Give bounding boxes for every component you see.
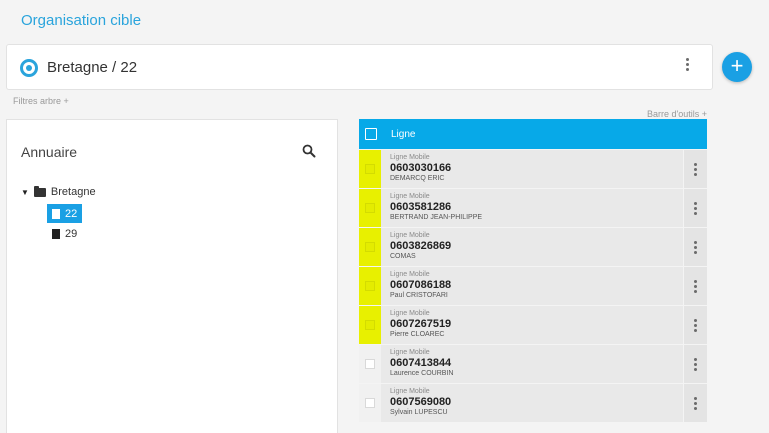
target-icon xyxy=(20,59,38,77)
column-header-line: Ligne xyxy=(391,128,416,140)
line-info: Ligne Mobile 0603581286 BERTRAND JEAN-PHIL… xyxy=(381,189,683,227)
line-owner: DEMARCQ ERIC xyxy=(390,175,445,182)
lines-header: Ligne xyxy=(359,119,707,149)
line-info: Ligne Mobile 0607413844 Laurence COURBIN xyxy=(381,345,683,383)
line-info: Ligne Mobile 0607086188 Paul CRISTOFARI xyxy=(381,267,683,305)
row-checkbox[interactable] xyxy=(365,203,375,213)
table-row[interactable]: Ligne Mobile 0607086188 Paul CRISTOFARI xyxy=(359,267,707,305)
row-select-cell[interactable] xyxy=(359,189,381,227)
directory-tree-panel: Annuaire ▼ Bretagne 22 29 xyxy=(6,119,338,433)
line-type: Ligne Mobile xyxy=(390,193,430,200)
table-row[interactable]: Ligne Mobile 0607413844 Laurence COURBIN xyxy=(359,345,707,383)
file-icon xyxy=(52,228,60,239)
row-menu-button[interactable] xyxy=(683,384,707,422)
line-info: Ligne Mobile 0607569080 Sylvain LUPESCU xyxy=(381,384,683,422)
row-checkbox[interactable] xyxy=(365,164,375,174)
line-owner: COMAS xyxy=(390,253,416,260)
line-type: Ligne Mobile xyxy=(390,349,430,356)
line-owner: BERTRAND JEAN-PHILIPPE xyxy=(390,214,483,221)
table-row[interactable]: Ligne Mobile 0607569080 Sylvain LUPESCU xyxy=(359,384,707,422)
row-select-cell[interactable] xyxy=(359,150,381,188)
row-menu-button[interactable] xyxy=(683,150,707,188)
tree-filters-link[interactable]: Filtres arbre + xyxy=(13,96,69,106)
line-number: 0603826869 xyxy=(390,240,452,252)
tree-node-label: Bretagne xyxy=(50,186,96,198)
row-checkbox[interactable] xyxy=(365,359,375,369)
more-options-icon[interactable] xyxy=(693,201,699,215)
select-all-checkbox[interactable] xyxy=(365,128,377,140)
row-select-cell[interactable] xyxy=(359,306,381,344)
page-title: Organisation cible xyxy=(21,12,142,29)
caret-down-icon[interactable]: ▼ xyxy=(21,188,29,197)
row-checkbox[interactable] xyxy=(365,242,375,252)
more-options-icon[interactable] xyxy=(684,58,690,71)
file-icon xyxy=(52,208,60,219)
line-owner: Paul CRISTOFARI xyxy=(390,292,448,299)
tree-title: Annuaire xyxy=(21,144,78,160)
tree-node-29[interactable]: 29 xyxy=(47,224,82,243)
target-organisation-card: Bretagne / 22 xyxy=(6,44,713,90)
row-menu-button[interactable] xyxy=(683,345,707,383)
row-select-cell[interactable] xyxy=(359,228,381,266)
line-type: Ligne Mobile xyxy=(390,388,430,395)
line-info: Ligne Mobile 0603826869 COMAS xyxy=(381,228,683,266)
table-row[interactable]: Ligne Mobile 0607267519 Pierre CLOAREC xyxy=(359,306,707,344)
line-owner: Laurence COURBIN xyxy=(390,370,454,377)
more-options-icon[interactable] xyxy=(693,396,699,410)
row-menu-button[interactable] xyxy=(683,228,707,266)
row-select-cell[interactable] xyxy=(359,345,381,383)
row-checkbox[interactable] xyxy=(365,398,375,408)
more-options-icon[interactable] xyxy=(693,240,699,254)
line-owner: Sylvain LUPESCU xyxy=(390,409,448,416)
row-select-cell[interactable] xyxy=(359,384,381,422)
table-row[interactable]: Ligne Mobile 0603826869 COMAS xyxy=(359,228,707,266)
table-row[interactable]: Ligne Mobile 0603581286 BERTRAND JEAN-PHIL… xyxy=(359,189,707,227)
line-number: 0603581286 xyxy=(390,201,452,213)
line-owner: Pierre CLOAREC xyxy=(390,331,445,338)
organisation-label: Bretagne / 22 xyxy=(47,59,138,76)
lines-list-panel: Ligne Ligne Mobile 0603030166 DEMARCQ ERIC… xyxy=(359,119,707,424)
table-row[interactable]: Ligne Mobile 0603030166 DEMARCQ ERIC xyxy=(359,150,707,188)
line-type: Ligne Mobile xyxy=(390,232,430,239)
line-type: Ligne Mobile xyxy=(390,310,430,317)
line-info: Ligne Mobile 0603030166 DEMARCQ ERIC xyxy=(381,150,683,188)
tree-node-22[interactable]: 22 xyxy=(47,204,83,223)
more-options-icon[interactable] xyxy=(693,357,699,371)
more-options-icon[interactable] xyxy=(693,162,699,176)
row-menu-button[interactable] xyxy=(683,306,707,344)
add-button[interactable]: + xyxy=(722,52,752,82)
line-info: Ligne Mobile 0607267519 Pierre CLOAREC xyxy=(381,306,683,344)
row-select-cell[interactable] xyxy=(359,267,381,305)
row-checkbox[interactable] xyxy=(365,320,375,330)
folder-open-icon xyxy=(33,185,46,197)
tree-node-label: 22 xyxy=(65,207,78,220)
more-options-icon[interactable] xyxy=(693,279,699,293)
line-number: 0607569080 xyxy=(390,396,452,408)
line-number: 0603030166 xyxy=(390,162,452,174)
line-type: Ligne Mobile xyxy=(390,271,430,278)
line-number: 0607086188 xyxy=(390,279,452,291)
line-number: 0607267519 xyxy=(390,318,452,330)
tree-node-label: 29 xyxy=(65,227,78,240)
tree-node-bretagne[interactable]: ▼ Bretagne xyxy=(21,185,96,198)
row-checkbox[interactable] xyxy=(365,281,375,291)
line-number: 0607413844 xyxy=(390,357,452,369)
row-menu-button[interactable] xyxy=(683,189,707,227)
search-icon[interactable] xyxy=(302,144,316,158)
more-options-icon[interactable] xyxy=(693,318,699,332)
row-menu-button[interactable] xyxy=(683,267,707,305)
toolbar-link[interactable]: Barre d'outils + xyxy=(647,109,707,119)
line-type: Ligne Mobile xyxy=(390,154,430,161)
